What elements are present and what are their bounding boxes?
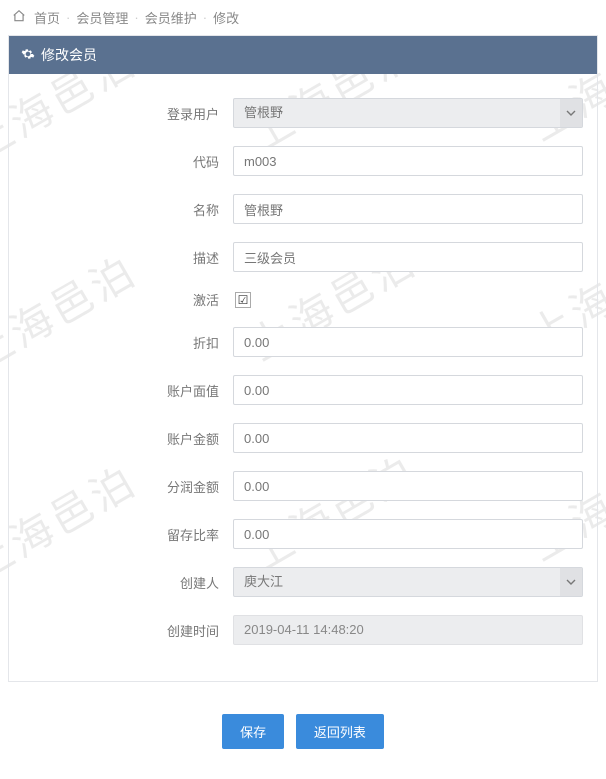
- row-code: 代码: [23, 146, 583, 176]
- panel-title: 修改会员: [41, 45, 97, 65]
- select-creator[interactable]: 庾大江: [233, 567, 583, 597]
- row-name: 名称: [23, 194, 583, 224]
- row-balance: 账户金额: [23, 423, 583, 453]
- breadcrumb-l1[interactable]: 会员管理: [76, 8, 128, 27]
- save-button[interactable]: 保存: [222, 714, 284, 749]
- input-discount[interactable]: [233, 327, 583, 357]
- button-row: 保存 返回列表: [0, 694, 606, 779]
- label-balance: 账户金额: [23, 429, 233, 448]
- label-active: 激活: [23, 290, 233, 309]
- row-discount: 折扣: [23, 327, 583, 357]
- input-balance[interactable]: [233, 423, 583, 453]
- breadcrumb-l3: 修改: [213, 8, 239, 27]
- back-button[interactable]: 返回列表: [296, 714, 384, 749]
- row-login-user: 登录用户 管根野: [23, 98, 583, 128]
- row-created-at: 创建时间 2019-04-11 14:48:20: [23, 615, 583, 645]
- input-retain-rate[interactable]: [233, 519, 583, 549]
- label-face-value: 账户面值: [23, 381, 233, 400]
- panel-header: 修改会员: [9, 36, 597, 74]
- panel: 修改会员 登录用户 管根野 代码 名称 描述: [8, 35, 598, 682]
- static-created-at: 2019-04-11 14:48:20: [233, 615, 583, 645]
- label-desc: 描述: [23, 248, 233, 267]
- label-discount: 折扣: [23, 333, 233, 352]
- input-dividend[interactable]: [233, 471, 583, 501]
- breadcrumb-sep: ·: [66, 10, 70, 25]
- breadcrumb-sep: ·: [203, 10, 207, 25]
- panel-body: 登录用户 管根野 代码 名称 描述: [9, 74, 597, 681]
- row-creator: 创建人 庾大江: [23, 567, 583, 597]
- label-retain-rate: 留存比率: [23, 525, 233, 544]
- input-name[interactable]: [233, 194, 583, 224]
- label-created-at: 创建时间: [23, 621, 233, 640]
- label-creator: 创建人: [23, 573, 233, 592]
- select-login-user[interactable]: 管根野: [233, 98, 583, 128]
- row-dividend: 分润金额: [23, 471, 583, 501]
- row-active: 激活 ☑: [23, 290, 583, 309]
- input-desc[interactable]: [233, 242, 583, 272]
- label-code: 代码: [23, 152, 233, 171]
- input-face-value[interactable]: [233, 375, 583, 405]
- label-name: 名称: [23, 200, 233, 219]
- home-icon: [12, 9, 26, 26]
- row-retain-rate: 留存比率: [23, 519, 583, 549]
- breadcrumb: 首页 · 会员管理 · 会员维护 · 修改: [0, 0, 606, 35]
- input-code[interactable]: [233, 146, 583, 176]
- label-dividend: 分润金额: [23, 477, 233, 496]
- breadcrumb-l2[interactable]: 会员维护: [145, 8, 197, 27]
- breadcrumb-sep: ·: [134, 10, 138, 25]
- breadcrumb-home[interactable]: 首页: [34, 8, 60, 27]
- row-desc: 描述: [23, 242, 583, 272]
- checkbox-active[interactable]: ☑: [235, 292, 251, 308]
- label-login-user: 登录用户: [23, 104, 233, 123]
- gear-icon: [21, 47, 35, 64]
- row-face-value: 账户面值: [23, 375, 583, 405]
